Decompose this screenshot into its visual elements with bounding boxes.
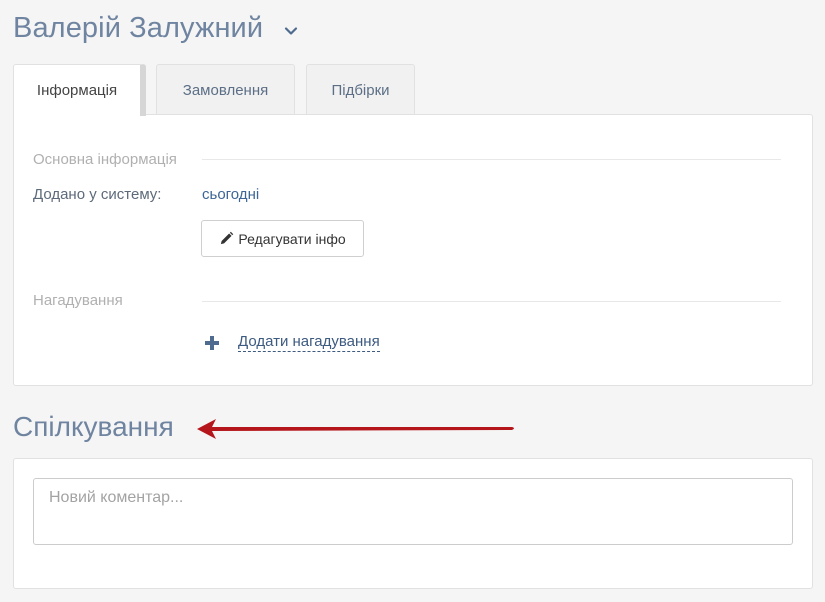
added-value: сьогодні — [202, 186, 260, 203]
chevron-down-icon[interactable] — [283, 23, 299, 39]
communication-panel — [13, 458, 813, 589]
edit-info-button[interactable]: Редагувати інфо — [201, 220, 364, 257]
tab-collections[interactable]: Підбірки — [306, 64, 415, 116]
red-arrow-annotation — [197, 419, 514, 439]
section-divider — [202, 159, 781, 160]
edit-info-label: Редагувати інфо — [238, 230, 346, 247]
new-comment-input[interactable] — [33, 478, 793, 545]
page-title: Валерій Залужний — [13, 12, 264, 44]
section-divider — [202, 301, 781, 302]
section-heading-reminders: Нагадування — [33, 292, 123, 309]
section-heading-basic: Основна інформація — [33, 151, 177, 168]
pencil-icon — [219, 231, 234, 246]
tab-orders[interactable]: Замовлення — [156, 64, 295, 116]
plus-icon — [204, 335, 220, 351]
page: Валерій Залужний Інформація Замовлення П… — [0, 0, 825, 602]
tab-label: Інформація — [36, 82, 118, 99]
page-header: Валерій Залужний — [13, 12, 299, 45]
tab-information[interactable]: Інформація — [13, 64, 146, 116]
communication-title: Спілкування — [13, 411, 174, 442]
add-reminder-link[interactable]: Додати нагадування — [238, 333, 380, 352]
add-reminder-action[interactable]: Додати нагадування — [204, 333, 380, 352]
tab-label: Підбірки — [331, 82, 390, 99]
tab-bar: Інформація Замовлення Підбірки — [13, 64, 415, 116]
tab-label: Замовлення — [182, 82, 269, 99]
added-label: Додано у систему: — [33, 186, 162, 203]
info-panel: Основна інформація Додано у систему: сьо… — [13, 114, 813, 386]
